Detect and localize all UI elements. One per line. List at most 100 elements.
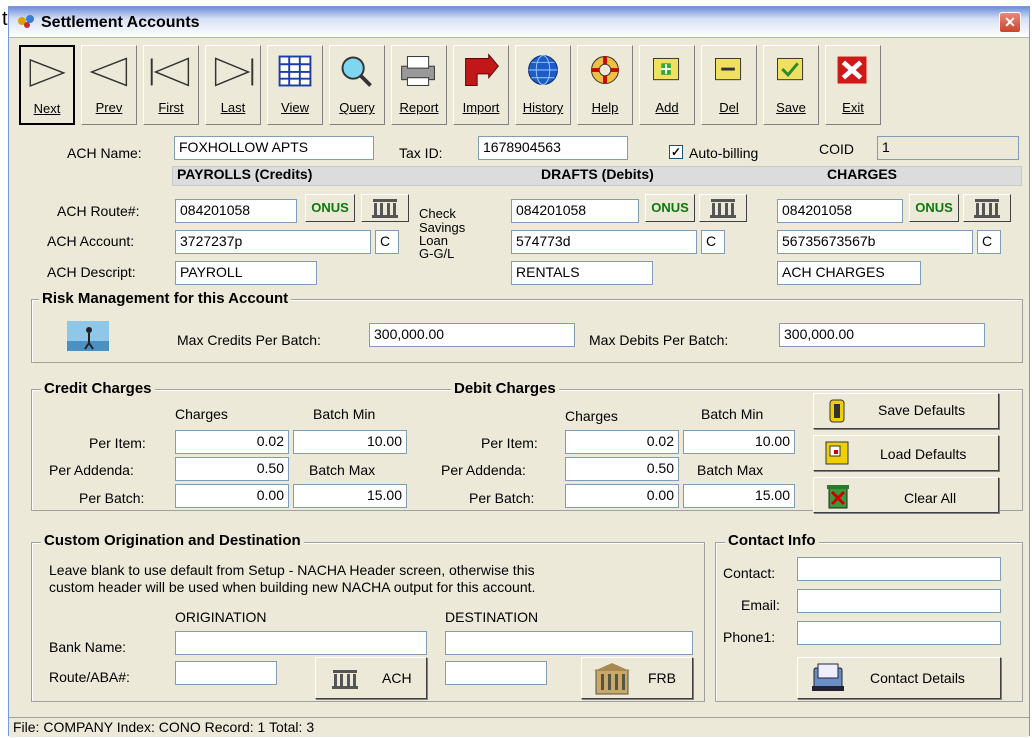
email-field[interactable] bbox=[797, 589, 1001, 613]
origination-route-field[interactable] bbox=[175, 661, 277, 685]
debit-per-addenda-field[interactable]: 0.50 bbox=[565, 457, 679, 481]
bank-name-label: Bank Name: bbox=[49, 639, 127, 655]
debit-per-item-field[interactable]: 0.02 bbox=[565, 430, 679, 454]
toolbar-first-button[interactable]: First bbox=[143, 45, 199, 125]
credit-per-item-label: Per Item: bbox=[89, 435, 146, 451]
drafts-onus-button[interactable]: ONUS bbox=[645, 194, 695, 222]
rolodex-icon bbox=[812, 663, 844, 691]
debit-per-item-label: Per Item: bbox=[481, 435, 538, 451]
max-credits-field[interactable]: 300,000.00 bbox=[369, 323, 575, 347]
frb-button[interactable]: FRB bbox=[581, 657, 693, 699]
drafts-route-field[interactable]: 084201058 bbox=[511, 199, 639, 223]
payrolls-descript-field[interactable]: PAYROLL bbox=[175, 261, 317, 285]
contact-field[interactable] bbox=[797, 557, 1001, 581]
last-arrow-icon bbox=[214, 57, 254, 87]
credit-batch-min-field[interactable]: 10.00 bbox=[293, 430, 407, 454]
credit-charges-title: Credit Charges bbox=[41, 380, 155, 397]
toolbar-exit-button[interactable]: Exit bbox=[825, 45, 881, 125]
ach-name-field[interactable]: FOXHOLLOW APTS bbox=[174, 136, 374, 160]
auto-billing-label: Auto-billing bbox=[689, 145, 759, 161]
origination-bank-name-field[interactable] bbox=[175, 631, 427, 655]
auto-billing-checkbox[interactable]: ✓ bbox=[669, 145, 683, 159]
custom-note-line2: custom header will be used when building… bbox=[49, 579, 536, 595]
contact-details-button[interactable]: Contact Details bbox=[797, 657, 1001, 699]
debit-batch-max-field[interactable]: 15.00 bbox=[683, 484, 795, 508]
debit-charges-header: Charges bbox=[565, 408, 618, 424]
toolbar-last-button[interactable]: Last bbox=[205, 45, 261, 125]
toolbar-label: Query bbox=[339, 100, 375, 115]
account-type-loan: Loan bbox=[419, 233, 448, 248]
payrolls-bank-lookup-button[interactable] bbox=[361, 194, 409, 222]
max-credits-label: Max Credits Per Batch: bbox=[177, 332, 321, 348]
toolbar-label: Report bbox=[399, 100, 439, 115]
charges-header: CHARGES bbox=[827, 166, 898, 182]
toolbar-help-button[interactable]: Help bbox=[577, 45, 633, 125]
toolbar-history-button[interactable]: History bbox=[515, 45, 571, 125]
account-type-check: Check bbox=[419, 206, 456, 221]
max-debits-field[interactable]: 300,000.00 bbox=[779, 323, 985, 347]
toolbar-del-button[interactable]: Del bbox=[701, 45, 757, 125]
payrolls-onus-button[interactable]: ONUS bbox=[305, 194, 355, 222]
toolbar-prev-button[interactable]: Prev bbox=[81, 45, 137, 125]
credit-per-batch-field[interactable]: 0.00 bbox=[175, 484, 289, 508]
payrolls-type-field[interactable]: C bbox=[375, 230, 399, 254]
drafts-bank-lookup-button[interactable] bbox=[699, 194, 747, 222]
toolbar-label: Del bbox=[719, 100, 739, 115]
ach-route-label: ACH Route#: bbox=[57, 203, 140, 219]
destination-bank-name-field[interactable] bbox=[445, 631, 693, 655]
custom-note-line1: Leave blank to use default from Setup - … bbox=[49, 562, 535, 578]
settlement-accounts-window: Settlement Accounts ✕ Next Prev First Last V… bbox=[8, 6, 1030, 737]
drafts-descript-field[interactable]: RENTALS bbox=[511, 261, 653, 285]
contact-label: Contact: bbox=[723, 565, 776, 581]
credit-per-item-field[interactable]: 0.02 bbox=[175, 430, 289, 454]
charges-bank-lookup-button[interactable] bbox=[963, 194, 1011, 222]
charges-route-field[interactable]: 084201058 bbox=[777, 199, 903, 223]
charges-descript-field[interactable]: ACH CHARGES bbox=[777, 261, 921, 285]
destination-route-field[interactable] bbox=[445, 661, 547, 685]
toolbar-add-button[interactable]: Add bbox=[639, 45, 695, 125]
toolbar-label: Last bbox=[220, 100, 246, 115]
bank-icon bbox=[332, 670, 358, 689]
toolbar-report-button[interactable]: Report bbox=[391, 45, 447, 125]
payrolls-account-field[interactable]: 3727237p bbox=[175, 230, 371, 254]
credit-per-batch-label: Per Batch: bbox=[79, 490, 145, 506]
toolbar-label: View bbox=[281, 100, 309, 115]
charges-onus-button[interactable]: ONUS bbox=[909, 194, 959, 222]
app-icon bbox=[18, 15, 34, 28]
save-defaults-button[interactable]: Save Defaults bbox=[813, 393, 999, 429]
clear-all-button[interactable]: Clear All bbox=[813, 477, 999, 513]
load-defaults-button[interactable]: Load Defaults bbox=[813, 435, 999, 471]
frb-button-label: FRB bbox=[648, 670, 676, 686]
next-arrow-icon bbox=[29, 58, 66, 87]
toolbar-view-button[interactable]: View bbox=[267, 45, 323, 125]
tax-id-field[interactable]: 1678904563 bbox=[478, 136, 628, 160]
payrolls-header: PAYROLLS (Credits) bbox=[177, 166, 313, 182]
toolbar-next-button[interactable]: Next bbox=[19, 45, 75, 125]
risk-management-title: Risk Management for this Account bbox=[39, 290, 292, 307]
debit-per-batch-field[interactable]: 0.00 bbox=[565, 484, 679, 508]
walker-icon bbox=[67, 321, 109, 351]
credit-batch-max-field[interactable]: 15.00 bbox=[293, 484, 407, 508]
tax-id-label: Tax ID: bbox=[399, 145, 443, 161]
import-arrow-icon bbox=[465, 53, 499, 86]
magnifier-icon bbox=[341, 56, 372, 87]
bank-icon bbox=[710, 199, 736, 218]
bank-icon bbox=[372, 199, 398, 218]
ach-button[interactable]: ACH bbox=[315, 657, 427, 699]
toolbar-save-button[interactable]: Save bbox=[763, 45, 819, 125]
drafts-account-field[interactable]: 574773d bbox=[511, 230, 697, 254]
drafts-type-field[interactable]: C bbox=[701, 230, 725, 254]
toolbar-import-button[interactable]: Import bbox=[453, 45, 509, 125]
credit-per-addenda-field[interactable]: 0.50 bbox=[175, 457, 289, 481]
phone-label: Phone1: bbox=[723, 629, 776, 645]
charges-type-field[interactable]: C bbox=[977, 230, 1001, 254]
payrolls-route-field[interactable]: 084201058 bbox=[175, 199, 297, 223]
account-type-savings: Savings bbox=[419, 220, 466, 235]
save-defaults-icon bbox=[829, 399, 845, 423]
toolbar-query-button[interactable]: Query bbox=[329, 45, 385, 125]
close-button[interactable]: ✕ bbox=[999, 12, 1021, 33]
charges-account-field[interactable]: 56735673567b bbox=[777, 230, 973, 254]
debit-batch-min-field[interactable]: 10.00 bbox=[683, 430, 795, 454]
phone-field[interactable] bbox=[797, 621, 1001, 645]
lifebuoy-icon bbox=[591, 56, 619, 85]
